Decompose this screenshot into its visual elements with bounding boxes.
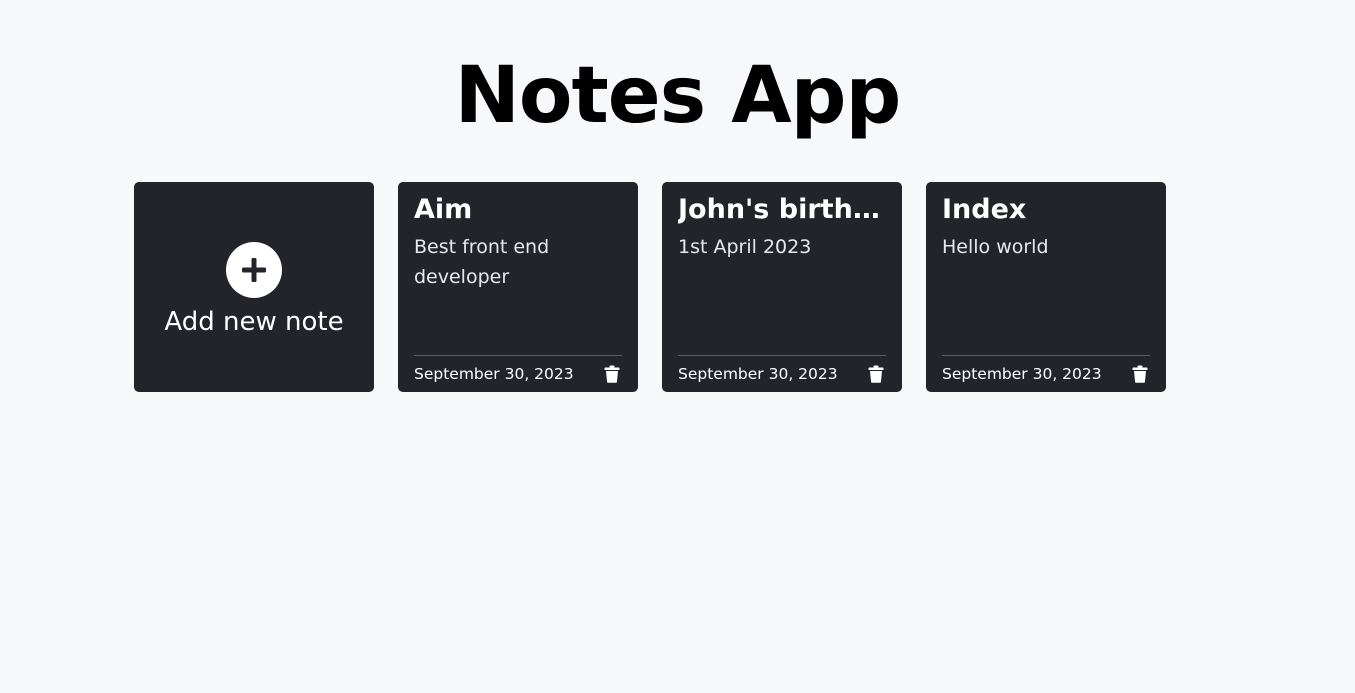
page-title: Notes App	[454, 51, 902, 141]
note-title: Index	[942, 194, 1027, 225]
plus-icon[interactable]	[226, 242, 282, 298]
note-footer: September 30, 2023	[678, 355, 886, 392]
trash-icon[interactable]	[604, 365, 620, 383]
add-new-note-label: Add new note	[164, 307, 344, 337]
note-date: September 30, 2023	[942, 365, 1102, 383]
note-title: John's birthday	[678, 194, 886, 225]
notes-grid: Add new note Aim Best front end develope…	[134, 182, 1166, 392]
note-card: Index Hello world September 30, 2023	[926, 182, 1166, 392]
note-description: Hello world	[942, 236, 1049, 258]
note-description: Best front end developer	[414, 236, 550, 288]
note-card: John's birthday 1st April 2023 September…	[662, 182, 902, 392]
note-title: Aim	[414, 194, 473, 225]
trash-icon[interactable]	[1132, 365, 1148, 383]
note-footer: September 30, 2023	[414, 355, 622, 392]
trash-icon[interactable]	[868, 365, 884, 383]
note-date: September 30, 2023	[414, 365, 574, 383]
note-date: September 30, 2023	[678, 365, 838, 383]
note-card: Aim Best front end developer September 3…	[398, 182, 638, 392]
note-description: 1st April 2023	[678, 236, 812, 258]
add-new-note-card[interactable]: Add new note	[134, 182, 374, 392]
note-footer: September 30, 2023	[942, 355, 1150, 392]
